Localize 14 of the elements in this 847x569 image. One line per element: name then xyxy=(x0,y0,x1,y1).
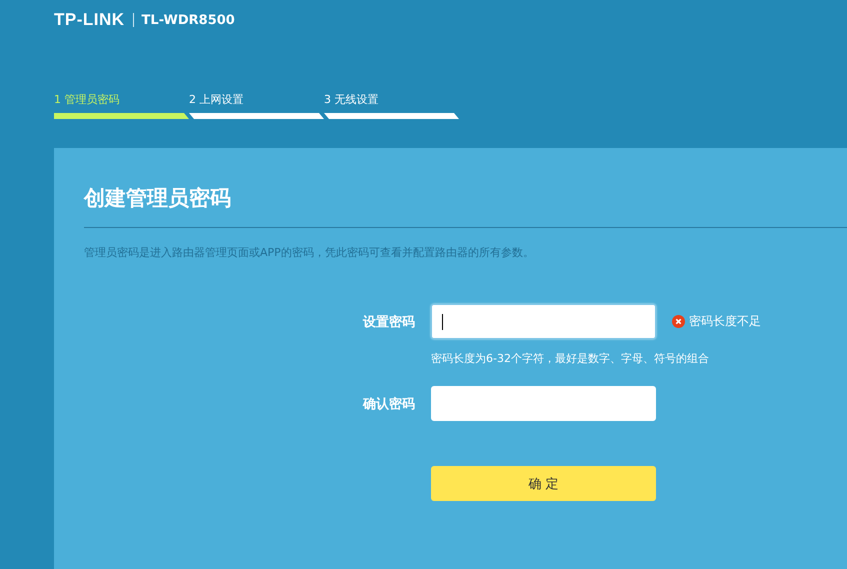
confirm-button[interactable]: 确 定 xyxy=(431,466,656,501)
password-hint: 密码长度为6-32个字符，最好是数字、字母、符号的组合 xyxy=(431,351,710,366)
field-label: 设置密码 xyxy=(363,314,415,330)
step-label: 1 管理员密码 xyxy=(54,93,120,107)
panel-title: 创建管理员密码 xyxy=(84,185,232,212)
model-name: TL-WDR8500 xyxy=(142,12,235,28)
brand-logo: TP-LINK xyxy=(54,10,125,30)
panel-description: 管理员密码是进入路由器管理页面或APP的密码，凭此密码可查看并配置路由器的所有参数。 xyxy=(84,245,535,260)
field-label: 确认密码 xyxy=(363,396,415,412)
password-field[interactable] xyxy=(431,304,656,339)
step-label: 2 上网设置 xyxy=(189,93,244,107)
error-message: 密码长度不足 xyxy=(672,313,847,330)
error-icon xyxy=(672,315,685,328)
step-label: 3 无线设置 xyxy=(324,93,380,107)
